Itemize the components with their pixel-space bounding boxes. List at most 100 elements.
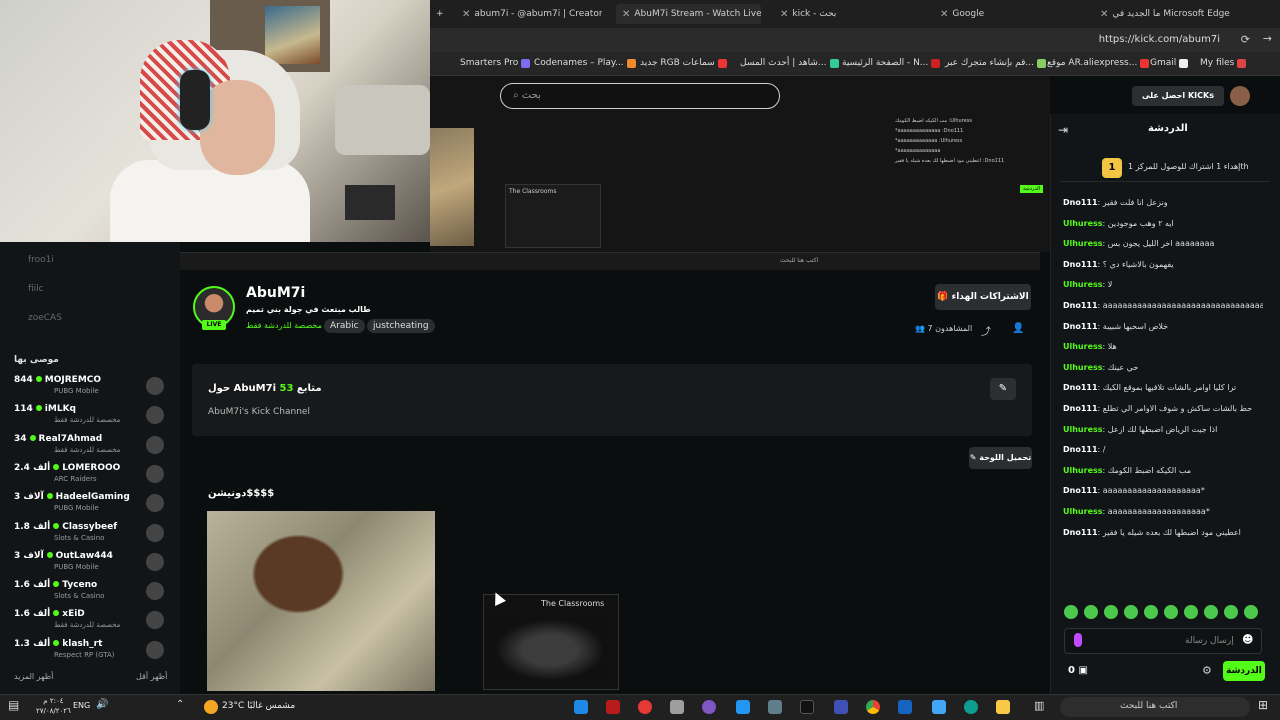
chat-message[interactable]: Ulhuress: حي عينك: [1063, 363, 1263, 372]
address-bar[interactable]: https://kick.com/abum7i ⟳ →: [430, 28, 1280, 52]
notifications-icon[interactable]: ▤: [8, 698, 19, 712]
channel-name[interactable]: AbuM7i: [246, 285, 305, 301]
url-text[interactable]: https://kick.com/abum7i: [1099, 34, 1220, 45]
windows-start-icon[interactable]: ⊞: [1258, 698, 1268, 712]
chat-message[interactable]: Dno111: خلاص اسحبها شبيبة: [1063, 322, 1263, 331]
chat-collapse-icon[interactable]: ⇥: [1058, 123, 1068, 137]
tab-creators[interactable]: ✕ abum7i - @abum7i | Creators: [462, 4, 602, 24]
sidebar-faint-item[interactable]: zoeCAS: [28, 313, 62, 323]
sidebar-channel-item[interactable]: 1.8 ألف Classybeef Slots & Casino: [14, 522, 164, 550]
user-avatar[interactable]: [1230, 86, 1250, 106]
sidebar-channel-item[interactable]: 2.4 ألف LOMEROOO ARC Raiders: [14, 463, 164, 491]
share-icon[interactable]: ⤴: [981, 323, 991, 338]
chat-username[interactable]: Dno111: [1063, 322, 1098, 331]
close-icon[interactable]: ✕: [780, 9, 788, 20]
chat-message[interactable]: Ulhuress: هلا: [1063, 342, 1263, 351]
chat-username[interactable]: Dno111: [1063, 383, 1098, 392]
chat-message[interactable]: Ulhuress: aaaaaaaaaaaaaaaaaaaa*: [1063, 507, 1263, 516]
chat-send-button[interactable]: الدردشة: [1223, 661, 1265, 681]
app-icon[interactable]: [638, 700, 652, 714]
favorite-my-files[interactable]: My files: [1200, 58, 1247, 68]
chat-message[interactable]: Dno111: aaaaaaaaaaaaaaaaaaaaaaaaaaaaaaaa…: [1063, 301, 1263, 310]
steam-icon[interactable]: [574, 700, 588, 714]
app-icon[interactable]: [736, 700, 750, 714]
emote-icon[interactable]: [1184, 605, 1198, 619]
tab-kick-search[interactable]: ✕ kick - بحث: [780, 4, 920, 24]
sidebar-channel-item[interactable]: 1.3 ألف klash_rt Respect RP (GTA): [14, 639, 164, 667]
sidebar-channel-item[interactable]: 3 آلاف OutLaw444 PUBG Mobile: [14, 551, 164, 579]
chat-message[interactable]: Dno111: اعطيني مود اضبطها لك بعده شيله ي…: [1063, 528, 1263, 537]
sidebar-channel-item[interactable]: 1.6 ألف Tyceno Slots & Casino: [14, 580, 164, 608]
stream-category[interactable]: مخصصة للدردشة فقط: [246, 321, 322, 330]
chevron-up-icon[interactable]: ⌃: [176, 699, 184, 710]
language-indicator[interactable]: ENG: [73, 701, 90, 710]
task-view-icon[interactable]: ▥: [1034, 699, 1044, 712]
mic-icon[interactable]: [1074, 633, 1082, 647]
chat-message[interactable]: Ulhuress: مب الكيكه اضبط الكومك: [1063, 466, 1263, 475]
chat-username[interactable]: Dno111: [1063, 404, 1098, 413]
app-icon[interactable]: [768, 700, 782, 714]
chat-message[interactable]: Dno111: يفهمون بالاشياء دي ؟: [1063, 260, 1263, 269]
get-kicks-button[interactable]: احصل على KICKs: [1132, 86, 1224, 106]
chat-message[interactable]: Dno111: ترا كليا اوامر بالشات تلاقيها بم…: [1063, 383, 1263, 392]
store-icon[interactable]: [932, 700, 946, 714]
chat-message[interactable]: Dno111: /: [1063, 445, 1263, 454]
chat-username[interactable]: Dno111: [1063, 198, 1098, 207]
emote-icon[interactable]: [1224, 605, 1238, 619]
chat-username[interactable]: Ulhuress: [1063, 280, 1103, 289]
chat-message[interactable]: Dno111: aaaaaaaaaaaaaaaaaaaa*: [1063, 486, 1263, 495]
chat-username[interactable]: Dno111: [1063, 260, 1098, 269]
app-icon[interactable]: [702, 700, 716, 714]
emote-icon[interactable]: [1124, 605, 1138, 619]
show-less-link[interactable]: أظهر أقل: [136, 672, 167, 681]
sidebar-faint-item[interactable]: fiilc: [28, 284, 44, 294]
chat-message[interactable]: Ulhuress: اخر الليل يجون بس aaaaaaaa: [1063, 239, 1263, 248]
favorite-rgb[interactable]: جديد RGB سماعات: [640, 58, 727, 68]
emote-icon[interactable]: [1144, 605, 1158, 619]
emoji-icon[interactable]: ☻: [1242, 633, 1253, 646]
app-icon[interactable]: [834, 700, 848, 714]
tag-arabic[interactable]: Arabic: [324, 319, 365, 333]
chat-message[interactable]: Ulhuress: ايه ٢ وهب موجودين: [1063, 219, 1263, 228]
close-icon[interactable]: ✕: [622, 9, 630, 20]
follow-icon[interactable]: 👤: [1012, 323, 1024, 334]
winrar-icon[interactable]: [606, 700, 620, 714]
chat-username[interactable]: Dno111: [1063, 445, 1098, 454]
outlook-icon[interactable]: [898, 700, 912, 714]
chat-username[interactable]: Ulhuress: [1063, 239, 1103, 248]
tab-edge-whats-new[interactable]: ✕ ما الجديد في Microsoft Edge: [1100, 4, 1250, 24]
emote-icon[interactable]: [1064, 605, 1078, 619]
app-icon[interactable]: [670, 700, 684, 714]
chat-message[interactable]: Dno111: حط بالشات ساكش و شوف الاوامر الي…: [1063, 404, 1263, 413]
chat-username[interactable]: Dno111: [1063, 301, 1098, 310]
favorite-smarters[interactable]: Smarters Pro: [460, 58, 531, 68]
chat-username[interactable]: Ulhuress: [1063, 219, 1103, 228]
favorite-aliexpress[interactable]: موقع AR.aliexpress...: [1047, 58, 1150, 68]
taskbar-weather[interactable]: 23°C مشمس غالبًا: [222, 701, 295, 711]
chat-username[interactable]: Ulhuress: [1063, 425, 1103, 434]
donation-panel-image[interactable]: [207, 511, 435, 691]
weather-icon[interactable]: [204, 700, 218, 714]
reload-icon[interactable]: ⟳: [1241, 33, 1250, 46]
taskbar-clock[interactable]: ٢:٠٤ م ٢٧/٠٨/٢٠٢٦: [36, 696, 71, 716]
edge-icon[interactable]: [964, 700, 978, 714]
chat-message[interactable]: Ulhuress: لا: [1063, 280, 1263, 289]
chat-message[interactable]: Ulhuress: اذا جيت الرياض اضبطها لك ازعل: [1063, 425, 1263, 434]
chat-username[interactable]: Ulhuress: [1063, 466, 1103, 475]
edit-pencil-icon[interactable]: ✎: [990, 378, 1016, 400]
close-icon[interactable]: ✕: [940, 9, 948, 20]
close-icon[interactable]: ✕: [1100, 9, 1108, 20]
favorite-codenames[interactable]: Codenames – Play...: [534, 58, 636, 68]
favorite-gmail[interactable]: Gmail: [1150, 58, 1189, 68]
chat-username[interactable]: Ulhuress: [1063, 363, 1103, 372]
new-tab-button[interactable]: +: [436, 4, 456, 24]
chrome-icon[interactable]: [866, 700, 880, 714]
favorite-home[interactable]: الصفحة الرئيسية - N...: [842, 58, 941, 68]
tag-justcheating[interactable]: justcheating: [367, 319, 435, 333]
emote-icon[interactable]: [1244, 605, 1258, 619]
sidebar-faint-item[interactable]: froo1i: [28, 255, 54, 265]
chat-username[interactable]: Ulhuress: [1063, 507, 1103, 516]
chat-username[interactable]: Ulhuress: [1063, 342, 1103, 351]
search-input[interactable]: ⌕ بحث: [500, 83, 780, 109]
tab-google[interactable]: ✕ Google: [940, 4, 1060, 24]
